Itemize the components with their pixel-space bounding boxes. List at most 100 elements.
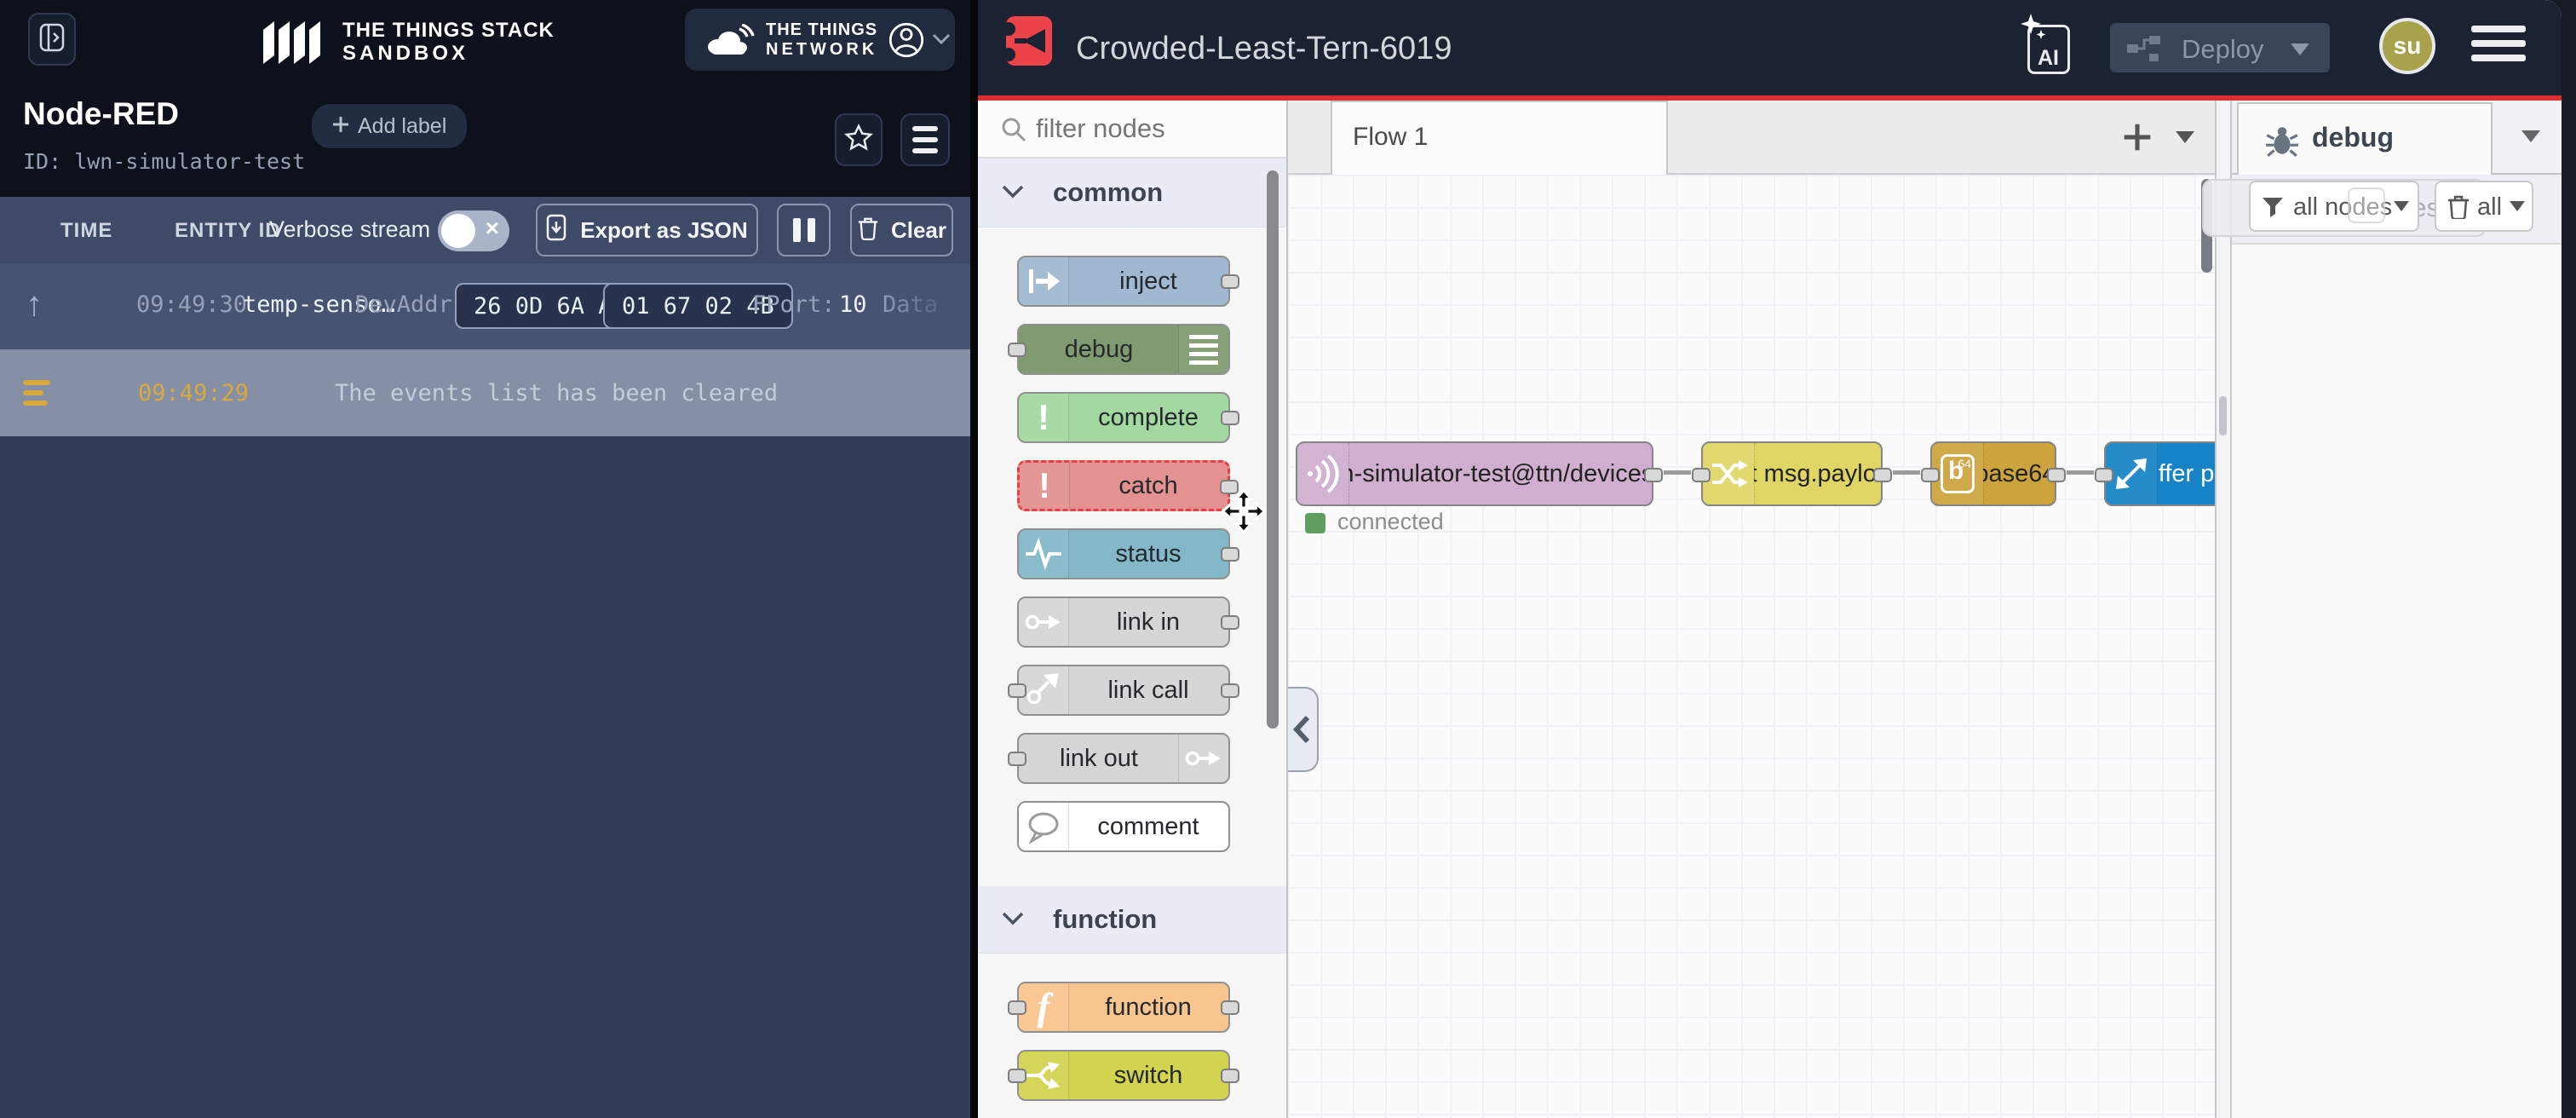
palette-node-link-in[interactable]: link in <box>1017 596 1230 648</box>
flow-canvas[interactable]: Flow 1 v3/lwn-simulator-test@ttn/devices… <box>1286 101 2215 1118</box>
filter-caret-icon <box>2394 201 2409 211</box>
palette-node-status[interactable]: status <box>1017 528 1230 579</box>
flow-node-label: v3/lwn-simulator-test@ttn/devices/+/up <box>1348 443 1645 504</box>
user-avatar[interactable]: su <box>2379 18 2435 74</box>
pause-stream-button[interactable] <box>777 204 831 256</box>
input-port[interactable] <box>1008 752 1026 766</box>
event-list-icon <box>23 380 50 406</box>
input-port[interactable] <box>1921 468 1940 482</box>
separator-grip[interactable] <box>2219 396 2227 435</box>
palette-node-label: link out <box>1019 735 1179 782</box>
output-port[interactable] <box>1221 683 1239 698</box>
deploy-label: Deploy <box>2182 34 2264 65</box>
export-json-button[interactable]: Export as JSON <box>536 204 758 256</box>
palette-node-function[interactable]: ffunction <box>1017 982 1230 1033</box>
palette-node-link-call[interactable]: link call <box>1017 665 1230 716</box>
input-port[interactable] <box>2095 468 2113 482</box>
debug-tab-label: debug <box>2312 122 2394 153</box>
input-port[interactable] <box>1008 1069 1026 1083</box>
flow-node-change[interactable]: set msg.payload <box>1701 441 1883 506</box>
palette-collapse-handle[interactable] <box>1286 687 1319 772</box>
palette-node-comment[interactable]: comment <box>1017 801 1230 852</box>
sidebar-menu-caret-icon[interactable] <box>2521 130 2540 142</box>
ai-assistant-button[interactable]: AI <box>2024 18 2073 78</box>
buffer-icon <box>2106 443 2158 504</box>
palette-node-label: complete <box>1068 394 1228 441</box>
palette-node-complete[interactable]: !complete <box>1017 392 1230 443</box>
output-port[interactable] <box>1221 411 1239 425</box>
output-port[interactable] <box>1221 615 1239 630</box>
clear-events-button[interactable]: Clear <box>850 204 953 256</box>
title-menu-button[interactable] <box>900 113 950 166</box>
trash-icon <box>2447 193 2470 223</box>
output-port[interactable] <box>1221 1000 1239 1015</box>
deploy-caret-icon <box>2291 43 2309 55</box>
palette-node-label: debug <box>1019 326 1179 373</box>
input-port[interactable] <box>1008 1000 1026 1015</box>
input-port[interactable] <box>1008 683 1026 698</box>
tab-debug[interactable]: debug <box>2237 102 2493 175</box>
palette-node-debug[interactable]: debug <box>1017 324 1230 375</box>
flow-node-buffer[interactable]: buffer parser <box>2104 441 2215 506</box>
output-port[interactable] <box>1221 274 1239 289</box>
output-port[interactable] <box>2047 468 2066 482</box>
sidebar-separator[interactable] <box>2215 101 2232 1118</box>
palette-scrollbar[interactable] <box>1267 170 1279 729</box>
debug-filter-button[interactable]: all nodes <box>2249 181 2419 232</box>
event-row-cleared[interactable]: 09:49:29 The events list has been cleare… <box>0 349 970 436</box>
deploy-button[interactable]: Deploy <box>2110 23 2330 72</box>
add-flow-button[interactable] <box>2123 123 2152 156</box>
add-label-button[interactable]: Add label <box>312 104 467 148</box>
flow-node-mqtt[interactable]: v3/lwn-simulator-test@ttn/devices/+/up <box>1296 441 1653 506</box>
event-row-uplink[interactable]: ↑ 09:49:30 temp-senso… DevAddr: 26 0D 6A… <box>0 263 970 349</box>
shortcut-keycap <box>2348 187 2385 223</box>
network-switcher-button[interactable]: THE THINGS NETWORK <box>685 9 955 71</box>
clear-events-label: Clear <box>891 217 946 244</box>
output-port[interactable] <box>1221 547 1239 562</box>
tab-flow-1[interactable]: Flow 1 <box>1331 101 1668 175</box>
bookmark-button[interactable] <box>835 113 883 166</box>
node-status-dot <box>1305 513 1325 533</box>
logo-line-1: THE THINGS STACK <box>342 19 555 42</box>
ai-button-label: AI <box>2038 46 2059 71</box>
debug-clear-button[interactable]: all <box>2435 181 2533 232</box>
wire[interactable] <box>2067 470 2094 475</box>
panel-toggle-icon <box>39 23 65 56</box>
palette-filter-input[interactable] <box>1034 111 1268 147</box>
input-port[interactable] <box>1692 468 1711 482</box>
palette-node-inject[interactable]: inject <box>1017 256 1230 307</box>
mqtt-icon <box>1297 443 1349 504</box>
sidebar-toggle-button[interactable] <box>28 13 76 66</box>
palette-category-common[interactable]: common <box>978 158 1286 228</box>
event-message: The events list has been cleared <box>335 380 778 406</box>
flow-node-label: base64 <box>1983 443 2048 504</box>
main-menu-button[interactable] <box>2471 26 2526 61</box>
output-port[interactable] <box>1221 1069 1239 1083</box>
flow-list-caret-icon[interactable] <box>2176 131 2194 143</box>
palette-node-label: link call <box>1068 666 1228 714</box>
palette-node-label: status <box>1068 530 1228 578</box>
palette-node-switch[interactable]: switch <box>1017 1050 1230 1101</box>
wire[interactable] <box>1664 470 1691 475</box>
palette-node-label: switch <box>1068 1052 1228 1099</box>
palette-node-link-out[interactable]: link out <box>1017 733 1230 784</box>
chevron-left-icon <box>1291 712 1313 746</box>
output-port[interactable] <box>1644 468 1663 482</box>
debug-clear-label: all <box>2477 193 2502 222</box>
cloud-icon <box>705 24 755 62</box>
palette-category-function[interactable]: function <box>978 886 1286 954</box>
chevron-down-icon <box>1002 911 1024 931</box>
flow-node-base64[interactable]: b64base64 <box>1930 441 2056 506</box>
output-port[interactable] <box>1873 468 1892 482</box>
wire[interactable] <box>1893 470 1920 475</box>
fport-label: FPort: <box>752 291 836 318</box>
palette-node-catch[interactable]: !catch <box>1017 460 1230 511</box>
chevron-down-icon <box>932 32 951 50</box>
logo-line-2: SANDBOX <box>342 42 555 65</box>
sparkle-icon <box>2019 13 2048 46</box>
input-port[interactable] <box>1008 343 1026 357</box>
flow-project-title: Crowded-Least-Tern-6019 <box>1076 31 1452 67</box>
verbose-stream-toggle[interactable]: × <box>438 210 509 251</box>
verbose-stream-label: Verbose stream <box>269 216 430 243</box>
status-icon <box>1019 530 1069 578</box>
